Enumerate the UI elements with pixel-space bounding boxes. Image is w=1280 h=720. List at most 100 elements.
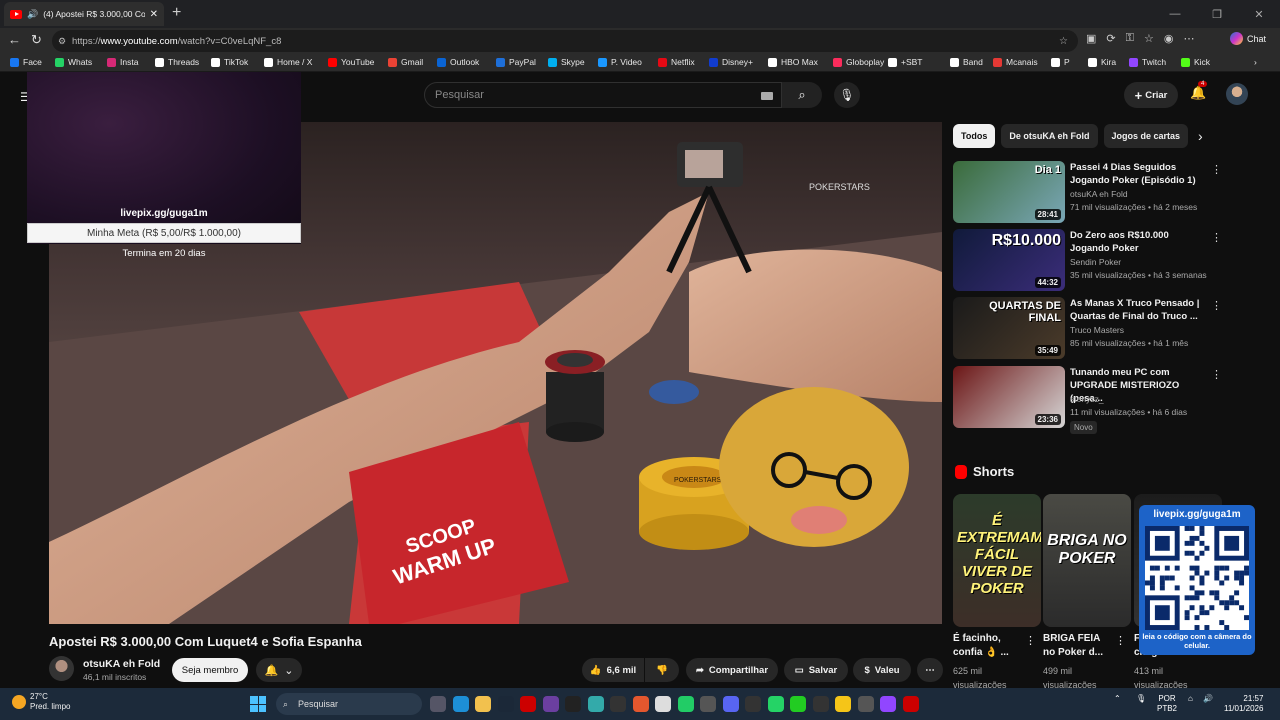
short-title[interactable]: BRIGA FEIA no Poker d... xyxy=(1043,632,1113,660)
task-view-icon[interactable] xyxy=(430,696,446,712)
app-icon[interactable] xyxy=(677,696,694,712)
search-input[interactable]: Pesquisar xyxy=(424,82,782,108)
create-button[interactable]: + Criar xyxy=(1124,82,1178,108)
url-field[interactable]: ⚙ https://www.youtube.com/watch?v=C0veLq… xyxy=(52,30,1078,52)
recommendation-item[interactable]: 23:36 Tunando meu PC com UPGRADE MISTERIO… xyxy=(953,366,1243,434)
app-icon[interactable] xyxy=(520,696,536,712)
bookmark-14[interactable]: HBO Max xyxy=(768,57,818,67)
bookmark-9[interactable]: PayPal xyxy=(496,57,536,67)
menu-dots-icon[interactable]: ⋯ xyxy=(1183,32,1194,45)
steam-icon[interactable] xyxy=(497,696,514,712)
bookmark-star-icon[interactable]: ☆ xyxy=(1059,36,1068,47)
recommendation-item[interactable]: R$10.000 44:32 Do Zero aos R$10.000 Jogand… xyxy=(953,229,1243,291)
bookmark-16[interactable]: +SBT xyxy=(888,57,923,67)
channel-name[interactable]: otsuKA eh Fold xyxy=(83,658,160,670)
bookmark-11[interactable]: P. Video xyxy=(598,57,642,67)
bookmark-5[interactable]: Home / X xyxy=(264,57,312,67)
close-window-icon[interactable]: ✕ xyxy=(1238,0,1280,28)
filter-chip-2[interactable]: Jogos de cartas xyxy=(1103,124,1189,148)
join-button[interactable]: Seja membro xyxy=(172,658,248,682)
browser-tab[interactable]: 🔊 (4) Apostei R$ 3.000,00 Com L ✕ xyxy=(4,2,164,26)
video-thumbnail[interactable]: QUARTAS DE FINAL 35:49 xyxy=(953,297,1065,359)
bookmark-3[interactable]: Threads xyxy=(155,57,199,67)
more-vert-icon[interactable]: ⋮ xyxy=(1211,368,1222,381)
app-icon[interactable] xyxy=(587,696,604,712)
edge-icon[interactable] xyxy=(452,696,469,712)
recommendation-channel[interactable]: stonyzz_ xyxy=(1070,394,1104,404)
bookmark-17[interactable]: Band xyxy=(950,57,983,67)
bookmark-1[interactable]: Whats xyxy=(55,57,92,67)
volume-icon[interactable]: 🔊 xyxy=(1203,694,1213,704)
clock[interactable]: 21:57 11/01/2026 xyxy=(1224,694,1263,714)
language-indicator[interactable]: POR PTB2 xyxy=(1157,694,1177,714)
recommendation-item[interactable]: QUARTAS DE FINAL 35:49 As Manas X Truco Pe… xyxy=(953,297,1243,359)
tray-overflow-icon[interactable]: ⌃ xyxy=(1114,694,1121,704)
more-vert-icon[interactable]: ⋮ xyxy=(1211,299,1222,312)
app-icon[interactable] xyxy=(632,696,649,712)
bookmark-4[interactable]: TikTok xyxy=(211,57,248,67)
dislike-button[interactable]: 👎 xyxy=(645,658,679,682)
start-icon[interactable] xyxy=(250,696,266,712)
video-thumbnail[interactable]: R$10.000 44:32 xyxy=(953,229,1065,291)
taskbar-search[interactable]: ⌕ Pesquisar xyxy=(276,693,422,715)
thanks-button[interactable]: $ Valeu xyxy=(853,658,911,682)
bookmark-12[interactable]: Netflix xyxy=(658,57,695,67)
weather-widget[interactable]: 27°C Pred. limpo xyxy=(12,692,70,712)
app-icon[interactable] xyxy=(880,696,896,712)
video-thumbnail[interactable]: 23:36 xyxy=(953,366,1065,428)
app-icon[interactable] xyxy=(745,696,761,712)
notifications-button[interactable]: 🔔 4 xyxy=(1190,81,1208,101)
short-thumbnail[interactable]: É EXTREMAMENTE FÁCIL VIVER DE POKER xyxy=(953,494,1041,627)
short-title[interactable]: É facinho, confia 👌 ... xyxy=(953,632,1023,660)
chevron-right-icon[interactable]: › xyxy=(1198,128,1203,144)
back-icon[interactable]: ← xyxy=(8,32,21,47)
recommendation-channel[interactable]: Sendin Poker xyxy=(1070,257,1121,267)
minimize-icon[interactable]: — xyxy=(1154,0,1196,28)
app-icon[interactable] xyxy=(902,696,919,712)
bookmark-22[interactable]: Kick xyxy=(1181,57,1210,67)
app-icon[interactable] xyxy=(812,696,829,712)
account-avatar[interactable] xyxy=(1226,83,1248,105)
recommendation-channel[interactable]: otsuKA eh Fold xyxy=(1070,189,1128,199)
bookmark-13[interactable]: Disney+ xyxy=(709,57,753,67)
short-thumbnail[interactable]: BRIGA NO POKER xyxy=(1043,494,1131,627)
more-vert-icon[interactable]: ⋮ xyxy=(1115,634,1126,647)
filter-chip-0[interactable]: Todos xyxy=(953,124,996,148)
site-info-icon[interactable]: ⚙ xyxy=(58,36,66,47)
extension-icon[interactable]: ⟳ xyxy=(1106,32,1115,45)
discord-icon[interactable] xyxy=(722,696,739,712)
maximize-icon[interactable]: ❐ xyxy=(1196,0,1238,28)
app-icon[interactable] xyxy=(790,696,806,712)
more-vert-icon[interactable]: ⋮ xyxy=(1211,231,1222,244)
copilot-chat-button[interactable]: Chat xyxy=(1230,32,1266,45)
bookmark-8[interactable]: Outlook xyxy=(437,57,479,67)
app-icon[interactable] xyxy=(542,696,559,712)
network-icon[interactable]: ⌂ xyxy=(1188,694,1193,704)
recommendation-item[interactable]: Dia 1 28:41 Passei 4 Dias Seguidos Jogando… xyxy=(953,161,1243,223)
bookmark-18[interactable]: Mcanais xyxy=(993,57,1038,67)
bookmark-21[interactable]: Twitch xyxy=(1129,57,1166,67)
more-vert-icon[interactable]: ⋮ xyxy=(1025,634,1036,647)
channel-avatar[interactable] xyxy=(49,656,74,681)
app-icon[interactable] xyxy=(857,696,874,712)
chevron-right-icon[interactable]: › xyxy=(1254,57,1257,67)
app-icon[interactable] xyxy=(610,696,626,712)
reload-icon[interactable]: ↻ xyxy=(31,32,42,48)
keyboard-icon[interactable] xyxy=(761,92,773,100)
app-icon[interactable] xyxy=(700,696,716,712)
mic-tray-icon[interactable]: 🎙 xyxy=(1136,694,1146,704)
extension-icon[interactable]: ▣ xyxy=(1086,32,1096,45)
voice-search-button[interactable]: 🎙 xyxy=(834,82,860,108)
bookmark-0[interactable]: Face xyxy=(10,57,42,67)
file-explorer-icon[interactable] xyxy=(475,696,491,712)
bookmark-10[interactable]: Skype xyxy=(548,57,585,67)
bookmark-2[interactable]: Insta xyxy=(107,57,138,67)
video-thumbnail[interactable]: Dia 1 28:41 xyxy=(953,161,1065,223)
save-button[interactable]: ▭ Salvar xyxy=(784,658,848,682)
more-vert-icon[interactable]: ⋮ xyxy=(1211,163,1222,176)
profile-icon[interactable]: ◉ xyxy=(1164,32,1174,45)
subscription-bell-dropdown[interactable]: 🔔 ⌄ xyxy=(256,658,302,682)
app-icon[interactable] xyxy=(835,696,851,712)
share-button[interactable]: ➦ Compartilhar xyxy=(686,658,778,682)
search-button[interactable]: ⌕ xyxy=(782,82,822,108)
